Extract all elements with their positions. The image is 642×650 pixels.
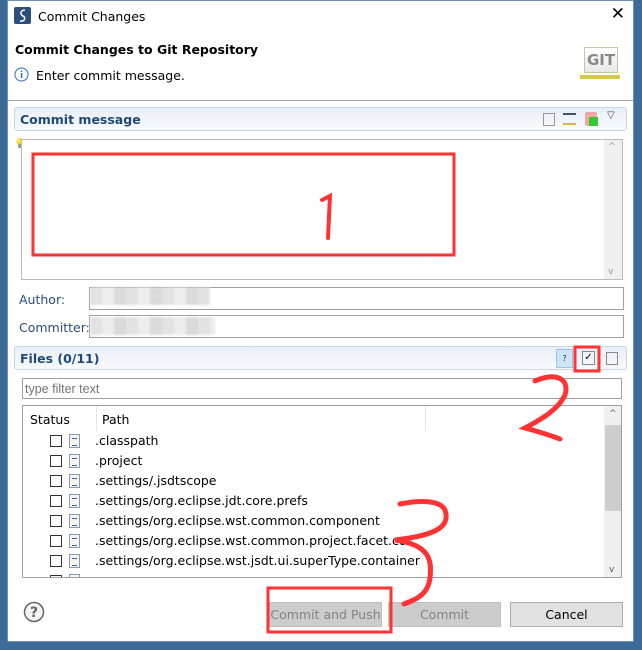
file-path: .settings/.jsdtscope	[95, 473, 217, 488]
untracked-file-icon	[69, 514, 80, 528]
window-title: Commit Changes	[38, 9, 146, 24]
file-path: .project	[95, 453, 143, 468]
show-untracked-button[interactable]: ?	[556, 349, 573, 368]
column-header-status[interactable]: Status	[30, 412, 70, 427]
table-row[interactable]: .settings/org.eclipse.jdt.core.prefs	[23, 491, 603, 511]
untracked-file-icon	[69, 554, 80, 568]
file-checkbox[interactable]	[50, 535, 62, 547]
column-header-path[interactable]: Path	[102, 412, 129, 427]
untracked-file-icon	[69, 574, 80, 577]
committer-redaction	[90, 317, 215, 335]
committer-label: Committer:	[19, 320, 90, 335]
file-checkbox[interactable]	[50, 575, 62, 577]
table-row[interactable]	[23, 571, 603, 577]
files-title: Files (0/11)	[20, 351, 100, 366]
eclipse-app-icon	[14, 7, 31, 24]
file-path: .settings/org.eclipse.wst.common.project…	[95, 533, 412, 548]
header-divider	[8, 100, 633, 101]
file-checkbox[interactable]	[50, 475, 62, 487]
commit-button[interactable]: Commit	[388, 602, 501, 627]
file-path: .settings/org.eclipse.jdt.core.prefs	[95, 493, 308, 508]
files-scrollbar[interactable]: ^ v	[604, 406, 621, 577]
file-filter-input[interactable]	[22, 378, 622, 399]
commit-message-title: Commit message	[20, 112, 141, 127]
svg-text:?: ?	[30, 605, 38, 621]
page-title: Commit Changes to Git Repository	[15, 42, 259, 57]
table-row[interactable]: .project	[23, 451, 603, 471]
untracked-file-icon	[69, 434, 80, 448]
commit-message-section-header: Commit message ▽	[14, 107, 627, 131]
author-redaction	[90, 287, 210, 305]
table-row[interactable]: .settings/org.eclipse.wst.common.project…	[23, 531, 603, 551]
commit-dialog: Commit Changes ✕ Commit Changes to Git R…	[7, 0, 634, 642]
commit-message-input[interactable]	[21, 139, 623, 280]
table-row[interactable]: .classpath	[23, 431, 603, 451]
author-label: Author:	[19, 292, 66, 307]
untracked-file-icon	[69, 454, 80, 468]
untracked-file-icon	[69, 494, 80, 508]
git-logo-bar	[580, 75, 620, 79]
uncheck-all-button[interactable]	[606, 352, 618, 365]
commit-message-scrollbar[interactable]: ^ v	[604, 140, 622, 279]
file-checkbox[interactable]	[50, 495, 62, 507]
git-logo: GIT	[584, 47, 618, 73]
close-button[interactable]: ✕	[611, 4, 625, 24]
untracked-file-icon	[69, 534, 80, 548]
file-path: .settings/org.eclipse.wst.jsdt.ui.superT…	[95, 553, 421, 568]
untracked-file-icon	[69, 474, 80, 488]
file-checkbox[interactable]	[50, 435, 62, 447]
file-path: .settings/org.eclipse.wst.common.compone…	[95, 513, 380, 528]
header-message: Enter commit message.	[36, 68, 185, 83]
file-path: .classpath	[95, 433, 159, 448]
files-section-header: Files (0/11) ? ✓	[14, 346, 627, 370]
table-row[interactable]: .settings/.jsdtscope	[23, 471, 603, 491]
check-all-button[interactable]: ✓	[582, 351, 595, 365]
spell-check-icon[interactable]	[543, 113, 555, 126]
scrollbar-thumb[interactable]	[605, 425, 621, 511]
file-checkbox[interactable]	[50, 455, 62, 467]
table-row[interactable]: .settings/org.eclipse.wst.common.compone…	[23, 511, 603, 531]
commit-and-push-button[interactable]: Commit and Push	[269, 602, 382, 627]
change-id-icon[interactable]	[585, 112, 598, 126]
table-row[interactable]: .settings/org.eclipse.wst.jsdt.ui.superT…	[23, 551, 603, 571]
signed-off-icon[interactable]	[563, 113, 576, 125]
file-checkbox[interactable]	[50, 515, 62, 527]
file-checkbox[interactable]	[50, 555, 62, 567]
view-menu-icon[interactable]: ▽	[607, 110, 615, 121]
cancel-button[interactable]: Cancel	[510, 602, 623, 627]
files-table: Status Path .classpath .project .setting…	[22, 405, 622, 578]
info-icon	[14, 67, 29, 82]
help-icon[interactable]: ?	[23, 601, 45, 623]
